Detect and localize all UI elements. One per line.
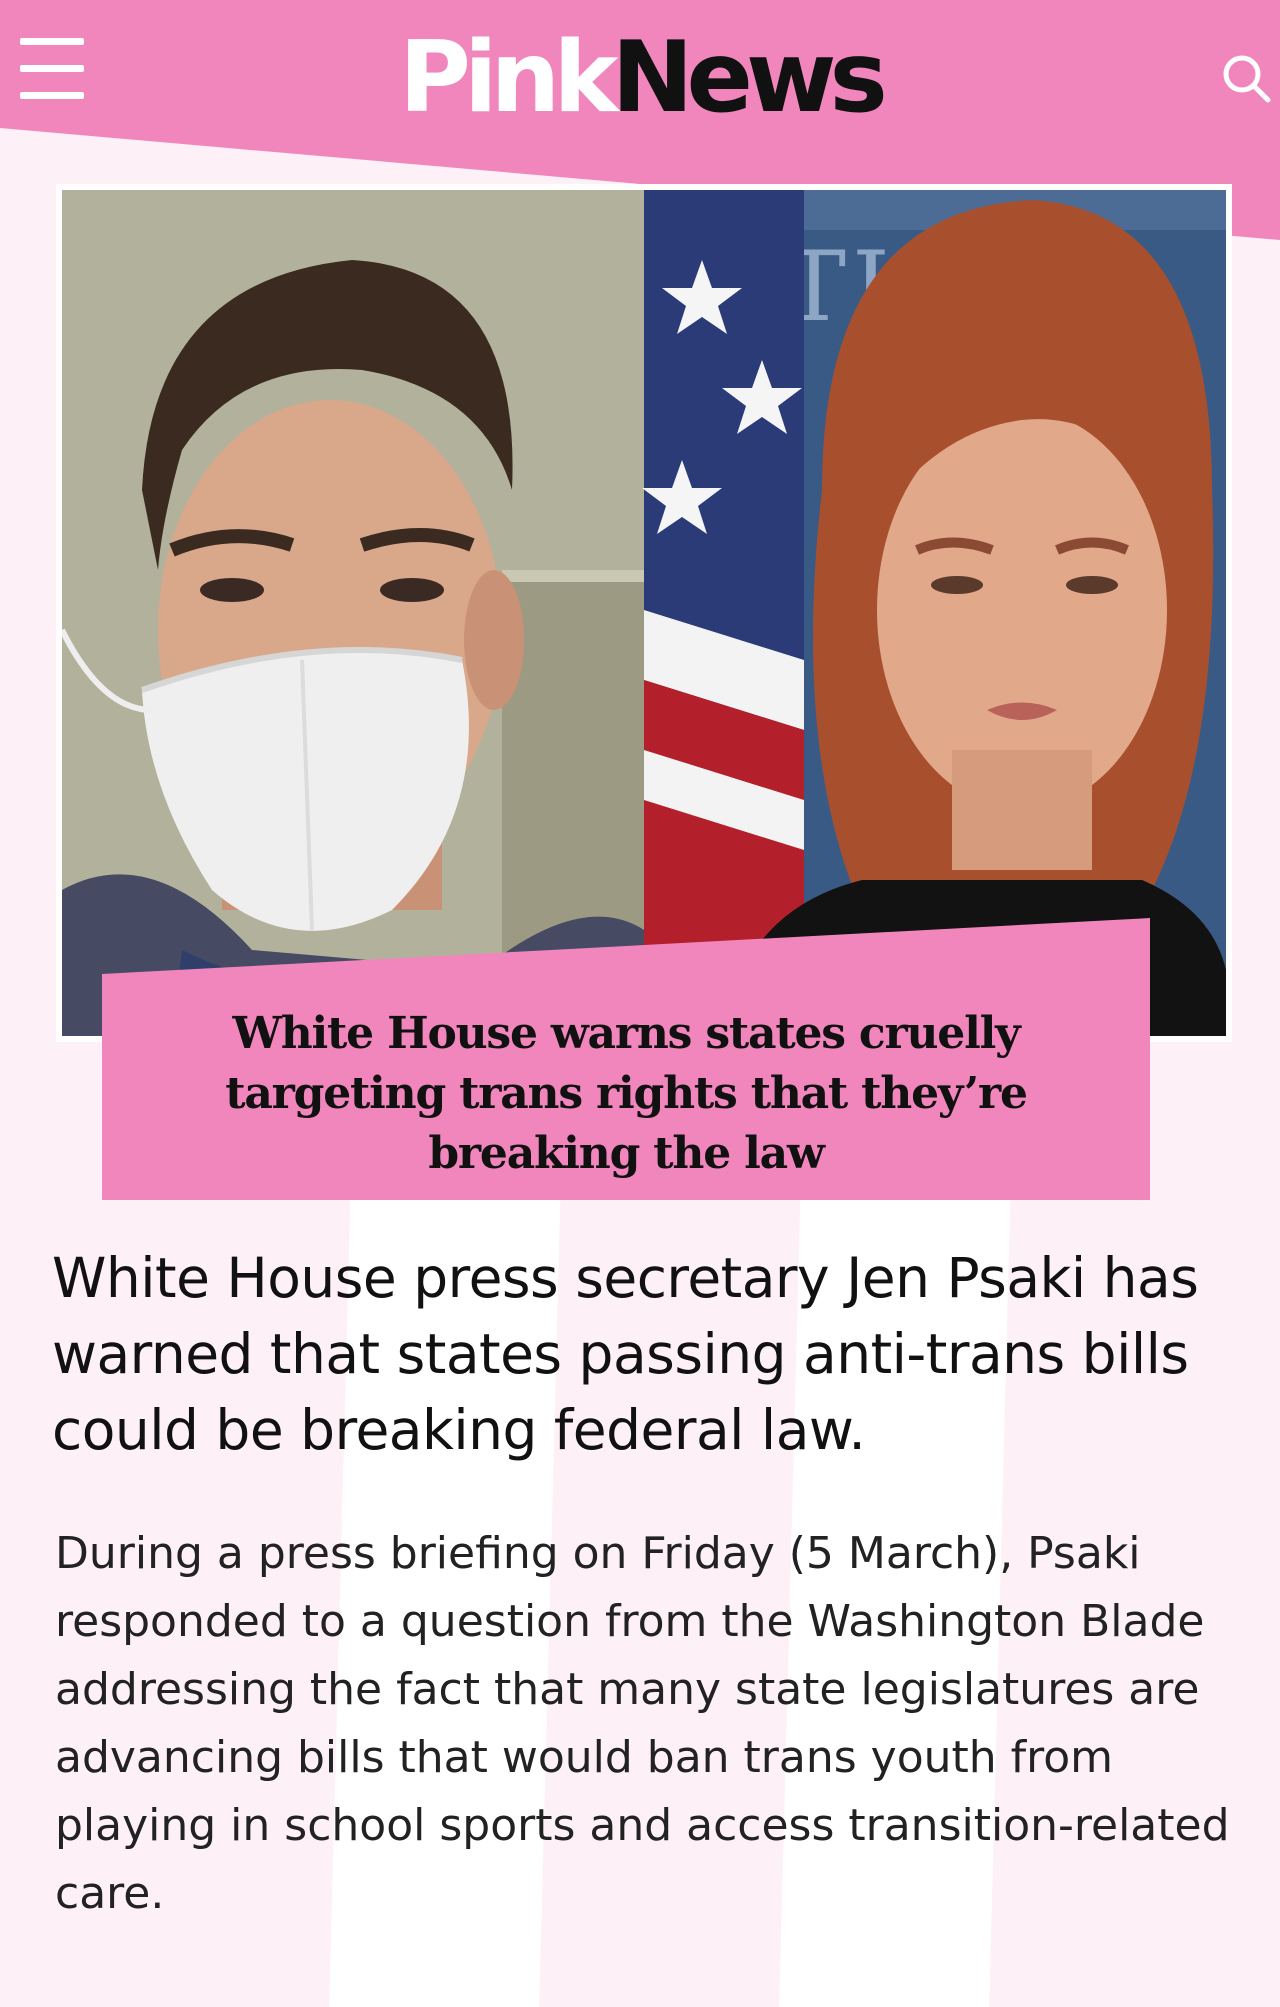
logo-news: News [611,21,888,135]
logo-pink: Pink [399,21,618,135]
article-standfirst: White House press secretary Jen Psaki ha… [52,1246,1199,1462]
site-logo[interactable]: PinkNews [0,22,1280,135]
article-body-paragraph: During a press briefing on Friday (5 Mar… [55,1528,1230,1919]
search-icon[interactable] [1220,52,1272,104]
headline-box[interactable]: White House warns states cruelly targeti… [102,918,1150,1200]
hero-photo: THE [62,190,1226,1036]
article-headline[interactable]: White House warns states cruelly targeti… [222,1004,1030,1184]
hero-image: THE [56,184,1232,1042]
